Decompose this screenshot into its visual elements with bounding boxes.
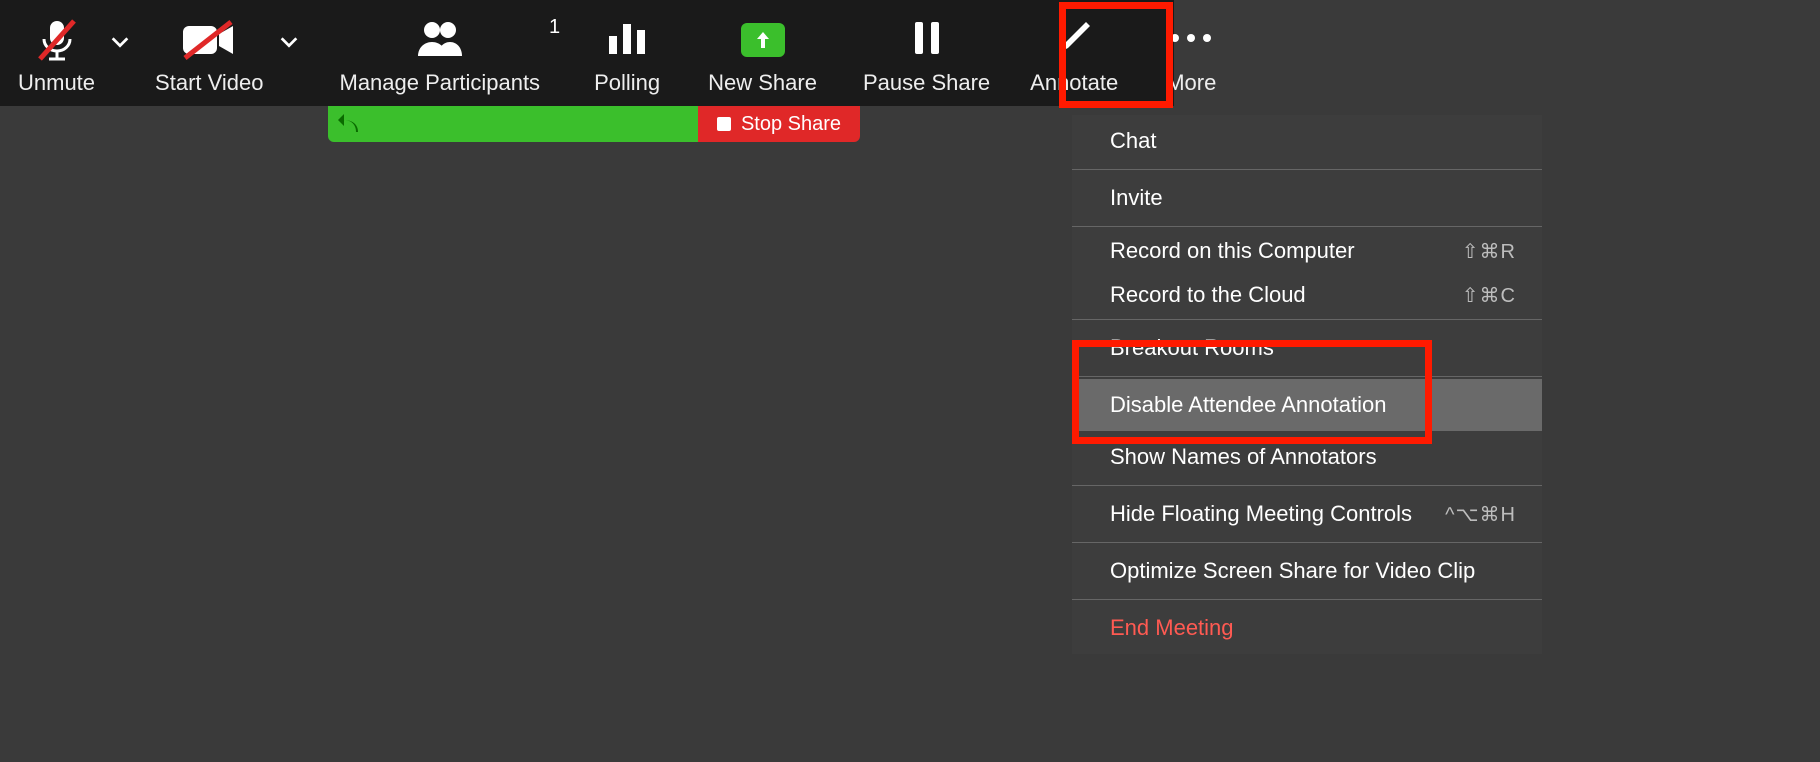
- chevron-down-icon: [109, 31, 131, 53]
- menu-invite[interactable]: Invite: [1072, 172, 1542, 224]
- new-share-icon: [741, 23, 785, 57]
- stop-share-label: Stop Share: [741, 113, 841, 136]
- camera-off-icon: [181, 20, 237, 60]
- menu-separator: [1072, 599, 1542, 600]
- menu-optimize-label: Optimize Screen Share for Video Clip: [1110, 558, 1475, 584]
- pencil-icon: [1056, 20, 1092, 61]
- menu-show-names-label: Show Names of Annotators: [1110, 444, 1377, 470]
- more-button[interactable]: More: [1136, 0, 1246, 106]
- pause-share-button[interactable]: Pause Share: [841, 0, 1012, 106]
- menu-chat-label: Chat: [1110, 128, 1156, 154]
- participants-count-badge: 1: [549, 16, 560, 39]
- menu-separator: [1072, 485, 1542, 486]
- stop-share-button[interactable]: Stop Share: [698, 106, 860, 142]
- unmute-label: Unmute: [18, 70, 95, 96]
- menu-record-computer-shortcut: ⇧⌘R: [1462, 239, 1516, 264]
- pause-share-label: Pause Share: [863, 70, 990, 96]
- menu-record-cloud-label: Record to the Cloud: [1110, 282, 1306, 308]
- menu-separator: [1072, 542, 1542, 543]
- chevron-down-icon: [278, 31, 300, 53]
- menu-record-cloud[interactable]: Record to the Cloud ⇧⌘C: [1072, 273, 1542, 317]
- annotate-label: Annotate: [1030, 70, 1118, 96]
- polling-label: Polling: [594, 70, 660, 96]
- menu-hide-controls-shortcut: ^⌥⌘H: [1445, 502, 1516, 527]
- menu-hide-floating-controls[interactable]: Hide Floating Meeting Controls ^⌥⌘H: [1072, 488, 1542, 540]
- polling-icon: [607, 20, 647, 61]
- new-share-button[interactable]: New Share: [684, 0, 841, 106]
- menu-separator: [1072, 376, 1542, 377]
- menu-disable-annotation-label: Disable Attendee Annotation: [1110, 392, 1386, 418]
- stop-icon: [717, 117, 731, 131]
- microphone-muted-icon: [34, 17, 80, 63]
- menu-separator: [1072, 319, 1542, 320]
- audio-options-chevron[interactable]: [109, 0, 141, 106]
- menu-separator: [1072, 226, 1542, 227]
- return-arrow-icon: [336, 112, 360, 136]
- participants-icon: [414, 18, 466, 63]
- meeting-toolbar: Unmute Start Video: [0, 0, 1174, 106]
- menu-chat[interactable]: Chat: [1072, 115, 1542, 167]
- menu-separator: [1072, 169, 1542, 170]
- menu-optimize-video-clip[interactable]: Optimize Screen Share for Video Clip: [1072, 545, 1542, 597]
- share-indicator-green: [328, 106, 698, 142]
- menu-breakout-label: Breakout Rooms: [1110, 335, 1274, 361]
- more-label: More: [1166, 70, 1216, 96]
- manage-participants-label: Manage Participants: [340, 70, 541, 96]
- unmute-button[interactable]: Unmute: [0, 0, 109, 106]
- new-share-label: New Share: [708, 70, 817, 96]
- start-video-label: Start Video: [155, 70, 263, 96]
- menu-invite-label: Invite: [1110, 185, 1163, 211]
- share-status-bar: Stop Share: [328, 106, 860, 142]
- menu-show-names-annotators[interactable]: Show Names of Annotators: [1072, 431, 1542, 483]
- more-icon: [1169, 31, 1213, 49]
- annotate-button[interactable]: Annotate: [1012, 0, 1136, 106]
- menu-end-meeting[interactable]: End Meeting: [1072, 602, 1542, 654]
- manage-participants-button[interactable]: Manage Participants 1: [310, 0, 571, 106]
- menu-record-cloud-shortcut: ⇧⌘C: [1462, 283, 1516, 308]
- video-options-chevron[interactable]: [278, 0, 310, 106]
- menu-breakout-rooms[interactable]: Breakout Rooms: [1072, 322, 1542, 374]
- menu-hide-controls-label: Hide Floating Meeting Controls: [1110, 501, 1412, 527]
- start-video-button[interactable]: Start Video: [141, 0, 277, 106]
- menu-disable-attendee-annotation[interactable]: Disable Attendee Annotation: [1072, 379, 1542, 431]
- menu-record-computer-label: Record on this Computer: [1110, 238, 1355, 264]
- menu-end-meeting-label: End Meeting: [1110, 615, 1234, 641]
- polling-button[interactable]: Polling: [570, 0, 684, 106]
- menu-record-computer[interactable]: Record on this Computer ⇧⌘R: [1072, 229, 1542, 273]
- more-dropdown-menu: Chat Invite Record on this Computer ⇧⌘R …: [1072, 115, 1542, 654]
- pause-icon: [913, 20, 941, 61]
